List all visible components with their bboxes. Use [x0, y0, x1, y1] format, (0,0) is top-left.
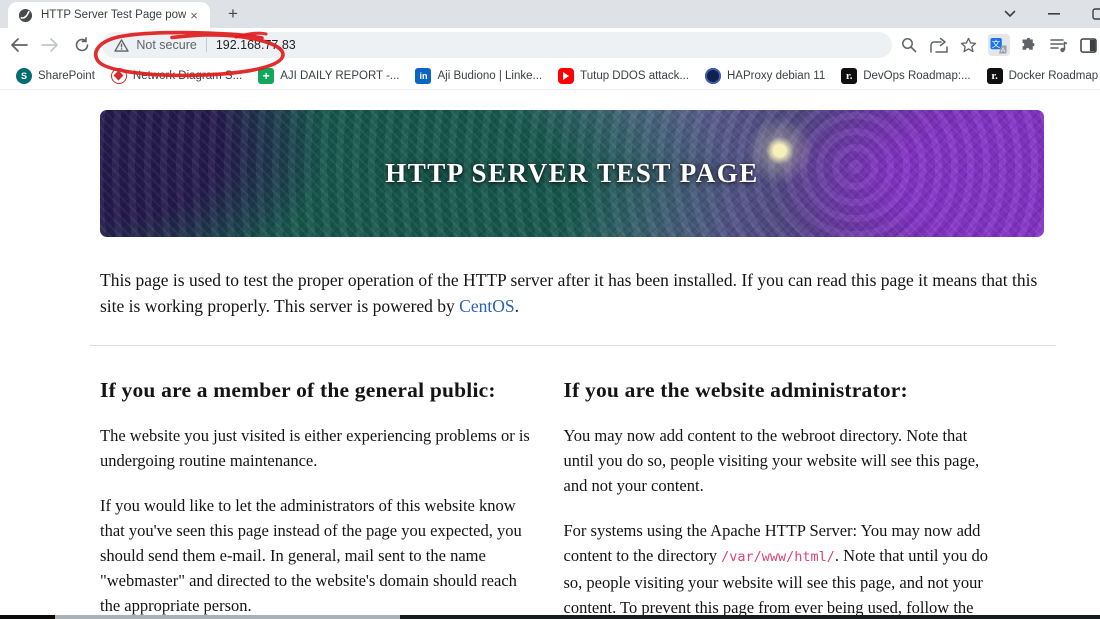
banner-image: HTTP SERVER TEST PAGE — [100, 110, 1044, 237]
bookmark-star-icon[interactable] — [958, 34, 980, 56]
media-controls-icon[interactable] — [1048, 34, 1070, 56]
tab-close-icon[interactable]: × — [186, 7, 202, 23]
window-bottom-edge — [0, 615, 1100, 619]
general-public-heading: If you are a member of the general publi… — [100, 378, 496, 402]
security-label: Not secure — [136, 38, 197, 52]
bookmark-item-aji-daily-report[interactable]: AJI DAILY REPORT -... — [250, 64, 407, 88]
toolbar-action-icons: 文A — [898, 34, 1100, 56]
new-tab-button[interactable]: + — [220, 1, 246, 27]
diagram-icon — [110, 67, 127, 84]
tab-favicon-icon — [18, 8, 33, 23]
linkedin-icon: in — [415, 67, 432, 84]
sharepoint-icon: S — [16, 67, 32, 84]
sheets-icon — [258, 67, 275, 84]
bookmark-item-haproxy[interactable]: HAProxy debian 11 — [697, 64, 833, 88]
tab-strip: HTTP Server Test Page powered × + — [0, 0, 1100, 28]
bookmark-item-docker-roadmap[interactable]: r. Docker Roadmap -... — [979, 64, 1100, 88]
maximize-button-icon[interactable] — [1088, 4, 1100, 24]
bookmark-item-sharepoint[interactable]: S SharePoint — [8, 64, 103, 88]
svg-text:文: 文 — [992, 38, 1001, 48]
bookmark-item-devops-roadmap[interactable]: r. DevOps Roadmap:... — [833, 64, 978, 88]
paragraph: You may now add content to the webroot d… — [563, 426, 980, 495]
general-public-column: If you are a member of the general publi… — [100, 346, 537, 615]
paragraph: For systems using the Apache HTTP Server… — [563, 521, 989, 615]
search-icon[interactable] — [898, 34, 920, 56]
reload-button-icon[interactable] — [69, 32, 94, 58]
tab-title: HTTP Server Test Page powered — [41, 9, 186, 21]
url-text: 192.168.77.83 — [215, 38, 296, 52]
web-page-content: HTTP SERVER TEST PAGE This page is used … — [0, 90, 1100, 615]
back-button-icon[interactable] — [6, 32, 31, 58]
browser-toolbar: Not secure 192.168.77.83 文A — [0, 28, 1100, 78]
window-controls — [1000, 0, 1100, 28]
browser-tab[interactable]: HTTP Server Test Page powered × — [8, 2, 210, 28]
forward-button-icon[interactable] — [37, 32, 62, 58]
administrator-column: If you are the website administrator: Yo… — [564, 346, 1001, 615]
extensions-puzzle-icon[interactable] — [1018, 34, 1040, 56]
intro-paragraph: This page is used to test the proper ope… — [100, 270, 1038, 316]
youtube-icon — [558, 67, 575, 84]
paragraph: If you would like to let the administrat… — [100, 496, 522, 615]
svg-text:A: A — [1001, 47, 1006, 54]
roadmap-icon: r. — [986, 67, 1003, 84]
google-translate-icon[interactable]: 文A — [987, 34, 1010, 56]
share-icon[interactable] — [928, 34, 950, 56]
bookmarks-bar: S SharePoint Network Diagram S... AJI DA… — [0, 62, 1100, 90]
paragraph: The website you just visited is either e… — [100, 426, 530, 470]
bookmark-item-network-diagram[interactable]: Network Diagram S... — [103, 64, 250, 88]
haproxy-icon — [705, 67, 721, 84]
roadmap-icon: r. — [841, 67, 858, 84]
centos-link[interactable]: CentOS — [459, 296, 514, 316]
bookmark-item-linkedin[interactable]: in Aji Budiono | Linke... — [407, 64, 550, 88]
page-title: HTTP SERVER TEST PAGE — [385, 158, 759, 188]
minimize-button-icon[interactable] — [1044, 4, 1064, 24]
omnibox-divider — [205, 38, 207, 52]
bookmark-item-youtube[interactable]: Tutup DDOS attack... — [550, 64, 697, 88]
tab-search-chevron-icon[interactable] — [1000, 4, 1020, 24]
administrator-heading: If you are the website administrator: — [563, 378, 908, 402]
not-secure-warning-icon[interactable] — [114, 38, 130, 52]
address-bar[interactable]: Not secure 192.168.77.83 — [102, 32, 892, 58]
side-panel-icon[interactable] — [1078, 34, 1100, 56]
